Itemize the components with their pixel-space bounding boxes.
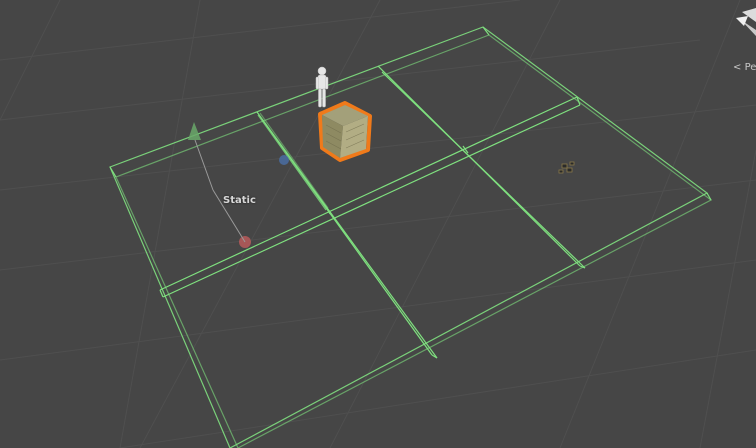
- cube-icon[interactable]: [318, 101, 372, 162]
- collider-wireframe[interactable]: [109, 26, 713, 448]
- projection-toggle[interactable]: < Pe: [733, 62, 756, 73]
- static-label: Static: [223, 195, 256, 206]
- chevron-left-icon: <: [733, 62, 742, 73]
- scene-view[interactable]: Static < Pe: [0, 0, 756, 448]
- scene-orientation-gizmo-icon[interactable]: [736, 8, 756, 36]
- transform-handle-icon[interactable]: [188, 122, 289, 248]
- scene-canvas[interactable]: [0, 0, 756, 448]
- small-prop-icon[interactable]: [558, 161, 575, 174]
- projection-label: Pe: [744, 62, 756, 73]
- scene-grid: [0, 0, 756, 448]
